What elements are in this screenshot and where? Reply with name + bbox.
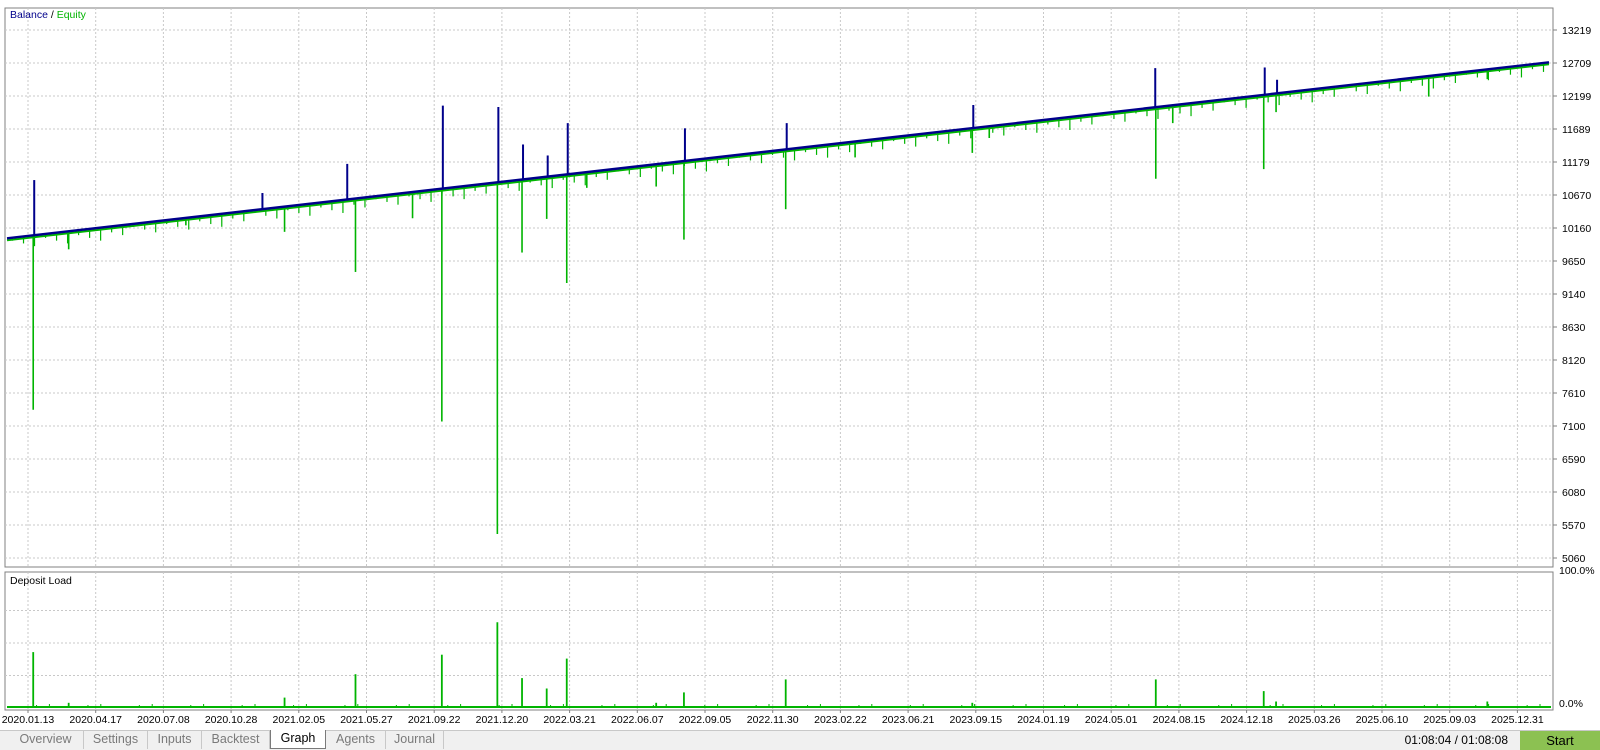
y-tick-label: 13219 xyxy=(1562,25,1591,37)
tab-agents[interactable]: Agents xyxy=(326,731,386,749)
tab-inputs[interactable]: Inputs xyxy=(148,731,202,749)
x-tick-label: 2025.12.31 xyxy=(1491,714,1544,726)
x-tick-label: 2023.02.22 xyxy=(814,714,867,726)
tab-settings[interactable]: Settings xyxy=(84,731,148,749)
x-tick-label: 2023.06.21 xyxy=(882,714,935,726)
x-tick-label: 2022.03.21 xyxy=(543,714,596,726)
x-tick-label: 2021.09.22 xyxy=(408,714,461,726)
y-tick-label: 8120 xyxy=(1562,355,1586,367)
tab-backtest[interactable]: Backtest xyxy=(202,731,270,749)
y-tick-label: 6080 xyxy=(1562,487,1586,499)
x-tick-label: 2024.08.15 xyxy=(1153,714,1206,726)
y-tick-label: 7610 xyxy=(1562,388,1586,400)
tab-overview[interactable]: Overview xyxy=(8,731,84,749)
tab-journal[interactable]: Journal xyxy=(386,731,444,749)
x-tick-label: 2020.10.28 xyxy=(205,714,258,726)
x-tick-label: 2021.12.20 xyxy=(476,714,529,726)
x-tick-label: 2021.02.05 xyxy=(273,714,326,726)
y-tick-label: 7100 xyxy=(1562,421,1586,433)
x-tick-label: 2020.07.08 xyxy=(137,714,190,726)
deposit-y-tick-label: 0.0% xyxy=(1559,698,1583,710)
x-tick-label: 2020.04.17 xyxy=(69,714,122,726)
y-tick-label: 5570 xyxy=(1562,520,1586,532)
x-tick-label: 2025.09.03 xyxy=(1423,714,1476,726)
x-tick-label: 2022.06.07 xyxy=(611,714,664,726)
deposit-panel-frame xyxy=(4,571,1554,711)
x-tick-label: 2022.09.05 xyxy=(679,714,732,726)
legend-equity: Equity xyxy=(57,9,87,21)
x-tick-label: 2020.01.13 xyxy=(2,714,55,726)
tester-graph: 13219 12709 12199 11689 11179 10670 10160 9650 9… xyxy=(0,0,1600,730)
y-tick-label: 11689 xyxy=(1562,124,1591,136)
chart-legend: Balance / Equity xyxy=(10,9,87,21)
x-tick-label: 2025.06.10 xyxy=(1356,714,1409,726)
chart-canvas: 13219 12709 12199 11689 11179 10670 10160 9650 9… xyxy=(2,7,1595,726)
elapsed-timer: 01:08:04 / 01:08:08 xyxy=(1404,733,1508,747)
y-tick-label: 8630 xyxy=(1562,322,1586,334)
y-tick-label: 5060 xyxy=(1562,553,1586,565)
y-tick-label: 10160 xyxy=(1562,223,1591,235)
y-tick-label: 6590 xyxy=(1562,454,1586,466)
legend-balance: Balance xyxy=(10,9,48,21)
y-tick-label: 12199 xyxy=(1562,91,1591,103)
main-panel-frame xyxy=(4,7,1554,568)
x-tick-label: 2022.11.30 xyxy=(747,714,799,726)
tab-graph[interactable]: Graph xyxy=(270,730,326,749)
x-tick-label: 2021.05.27 xyxy=(340,714,393,726)
y-tick-label: 12709 xyxy=(1562,58,1591,70)
x-tick-label: 2024.05.01 xyxy=(1085,714,1138,726)
y-tick-label: 9140 xyxy=(1562,289,1586,301)
legend-separator: / xyxy=(48,9,57,21)
x-tick-label: 2024.12.18 xyxy=(1220,714,1273,726)
y-tick-label: 11179 xyxy=(1562,157,1590,169)
deposit-y-tick-label: 100.0% xyxy=(1559,565,1595,577)
tester-tab-bar: Overview Settings Inputs Backtest Graph Agent… xyxy=(0,730,1600,750)
x-tick-label: 2025.03.26 xyxy=(1288,714,1341,726)
x-tick-label: 2024.01.19 xyxy=(1017,714,1070,726)
x-tick-label: 2023.09.15 xyxy=(950,714,1003,726)
y-tick-label: 9650 xyxy=(1562,256,1586,268)
start-button[interactable]: Start xyxy=(1520,731,1600,750)
y-tick-label: 10670 xyxy=(1562,190,1591,202)
deposit-load-title: Deposit Load xyxy=(10,575,72,587)
